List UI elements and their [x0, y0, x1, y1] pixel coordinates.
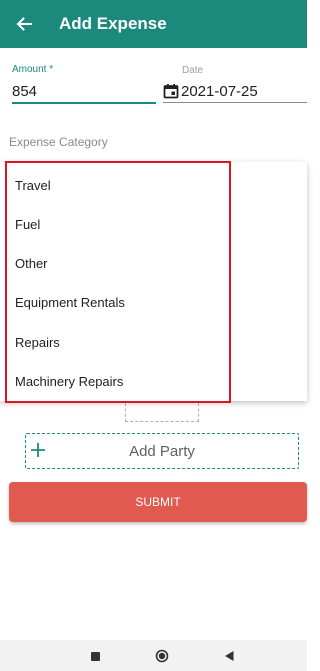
date-picker[interactable]: 2021-07-25 — [163, 80, 307, 103]
add-party-label: Add Party — [129, 442, 195, 460]
add-party-button[interactable]: Add Party — [25, 433, 299, 469]
dropdown-item-machinery-repairs[interactable]: Machinery Repairs — [15, 370, 215, 394]
dropdown-item-travel[interactable]: Travel — [15, 174, 215, 198]
dropdown-item-repairs[interactable]: Repairs — [15, 331, 215, 355]
amount-input[interactable] — [12, 80, 156, 104]
date-value: 2021-07-25 — [181, 82, 258, 100]
back-triangle-icon[interactable] — [223, 650, 235, 662]
calendar-icon — [163, 84, 179, 99]
plus-icon — [31, 443, 45, 457]
amount-label: Amount * — [12, 64, 54, 75]
dropdown-item-equipment-rentals[interactable]: Equipment Rentals — [15, 291, 215, 315]
submit-button[interactable]: SUBMIT — [9, 482, 307, 522]
date-label: Date — [182, 65, 204, 76]
category-dropdown-menu: Travel Fuel Other Equipment Rentals Repa… — [0, 162, 307, 401]
back-button[interactable] — [2, 0, 46, 48]
dropdown-item-other[interactable]: Other — [15, 252, 215, 276]
recents-square-icon[interactable] — [91, 652, 100, 661]
dropdown-item-fuel[interactable]: Fuel — [15, 213, 215, 237]
arrow-left-icon — [16, 17, 32, 31]
expense-category-label: Expense Category — [9, 135, 108, 149]
app-bar: Add Expense — [0, 0, 307, 48]
page-title: Add Expense — [59, 14, 167, 33]
amount-field: Amount * — [12, 64, 156, 104]
date-field[interactable]: Date 2021-07-25 — [163, 64, 307, 104]
home-circle-icon[interactable] — [155, 649, 169, 663]
system-nav-bar — [0, 640, 307, 671]
